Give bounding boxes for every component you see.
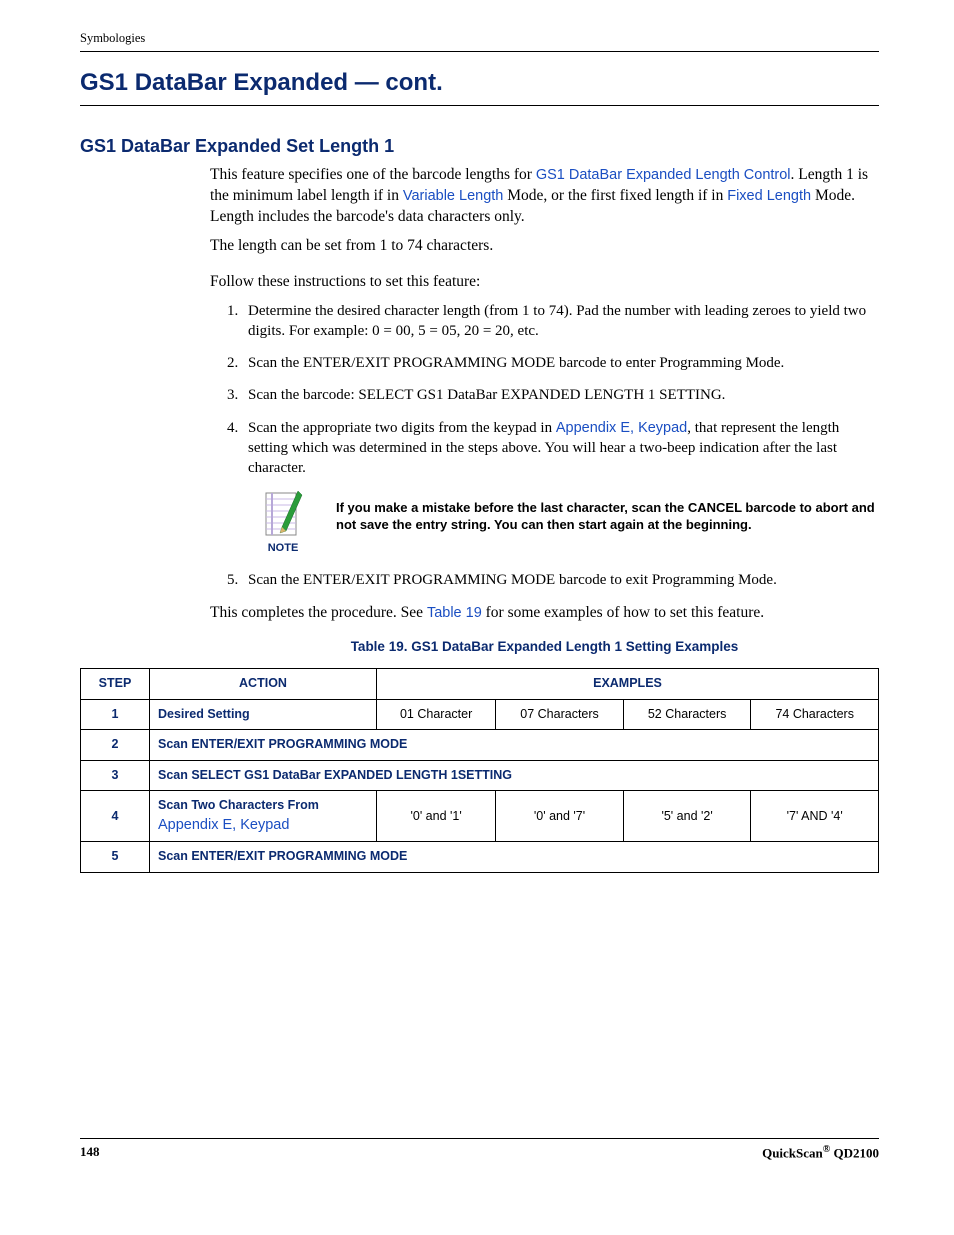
header-step: STEP	[81, 669, 150, 700]
page-title: GS1 DataBar Expanded — cont.	[80, 66, 879, 107]
header-examples: EXAMPLES	[377, 669, 879, 700]
step-4: Scan the appropriate two digits from the…	[242, 418, 879, 556]
link-fixed-length[interactable]: Fixed Length	[727, 188, 811, 204]
cell-example: '0' and '7'	[496, 791, 624, 842]
link-appendix-keypad-table[interactable]: Appendix E, Keypad	[158, 817, 289, 833]
body-content: This feature specifies one of the barcod…	[210, 165, 879, 623]
running-header: Symbologies	[80, 30, 879, 52]
table-row: 5 Scan ENTER/EXIT PROGRAMMING MODE	[81, 842, 879, 873]
cell-example: '5' and '2'	[623, 791, 751, 842]
cell-step: 5	[81, 842, 150, 873]
table-row: 1 Desired Setting 01 Character 07 Charac…	[81, 699, 879, 730]
cell-step: 4	[81, 791, 150, 842]
cell-action-wide: Scan ENTER/EXIT PROGRAMMING MODE	[150, 730, 879, 761]
cell-step: 3	[81, 760, 150, 791]
cell-action-wide: Scan SELECT GS1 DataBar EXPANDED LENGTH …	[150, 760, 879, 791]
header-action: ACTION	[150, 669, 377, 700]
note-text: If you make a mistake before the last ch…	[318, 487, 879, 534]
step-1: Determine the desired character length (…	[242, 301, 879, 342]
cell-example: 74 Characters	[751, 699, 879, 730]
link-table-19[interactable]: Table 19	[427, 605, 482, 621]
link-length-control[interactable]: GS1 DataBar Expanded Length Control	[536, 167, 791, 183]
note-block: NOTE If you make a mistake before the la…	[248, 487, 879, 556]
section-heading: GS1 DataBar Expanded Set Length 1	[80, 134, 879, 159]
cell-example: 01 Character	[377, 699, 496, 730]
cell-action: Desired Setting	[150, 699, 377, 730]
table-header-row: STEP ACTION EXAMPLES	[81, 669, 879, 700]
closing-paragraph: This completes the procedure. See Table …	[210, 602, 879, 624]
cell-example: '7' AND '4'	[751, 791, 879, 842]
product-name: QuickScan® QD2100	[762, 1143, 879, 1163]
paragraph-instructions: Follow these instructions to set this fe…	[210, 271, 879, 293]
note-label: NOTE	[248, 541, 318, 556]
notepad-icon	[262, 487, 304, 539]
text: Scan Two Characters From	[158, 798, 319, 812]
text: This feature specifies one of the barcod…	[210, 166, 536, 183]
cell-step: 2	[81, 730, 150, 761]
text: QuickScan	[762, 1146, 823, 1161]
page-footer: 148 QuickScan® QD2100	[80, 1138, 879, 1163]
text: Mode, or the first fixed length if in	[503, 187, 727, 204]
cell-action: Scan Two Characters From Appendix E, Key…	[150, 791, 377, 842]
page-number: 148	[80, 1143, 100, 1163]
step-2: Scan the ENTER/EXIT PROGRAMMING MODE bar…	[242, 353, 879, 373]
instruction-list: Determine the desired character length (…	[210, 301, 879, 590]
cell-step: 1	[81, 699, 150, 730]
table-row: 3 Scan SELECT GS1 DataBar EXPANDED LENGT…	[81, 760, 879, 791]
step-5: Scan the ENTER/EXIT PROGRAMMING MODE bar…	[242, 570, 879, 590]
table-row: 2 Scan ENTER/EXIT PROGRAMMING MODE	[81, 730, 879, 761]
examples-table: STEP ACTION EXAMPLES 1 Desired Setting 0…	[80, 668, 879, 872]
table-caption: Table 19. GS1 DataBar Expanded Length 1 …	[210, 638, 879, 657]
paragraph-intro: This feature specifies one of the barcod…	[210, 165, 879, 228]
text: Scan the appropriate two digits from the…	[248, 420, 556, 436]
cell-action-wide: Scan ENTER/EXIT PROGRAMMING MODE	[150, 842, 879, 873]
cell-example: 07 Characters	[496, 699, 624, 730]
cell-example: '0' and '1'	[377, 791, 496, 842]
text: This completes the procedure. See	[210, 604, 427, 621]
cell-example: 52 Characters	[623, 699, 751, 730]
page: Symbologies GS1 DataBar Expanded — cont.…	[0, 0, 954, 1235]
text: QD2100	[830, 1146, 879, 1161]
text: for some examples of how to set this fea…	[482, 604, 764, 621]
link-variable-length[interactable]: Variable Length	[403, 188, 504, 204]
table-row: 4 Scan Two Characters From Appendix E, K…	[81, 791, 879, 842]
note-icon-column: NOTE	[248, 487, 318, 556]
step-3: Scan the barcode: SELECT GS1 DataBar EXP…	[242, 385, 879, 405]
paragraph-range: The length can be set from 1 to 74 chara…	[210, 236, 879, 257]
link-appendix-keypad[interactable]: Appendix E, Keypad	[556, 420, 687, 436]
